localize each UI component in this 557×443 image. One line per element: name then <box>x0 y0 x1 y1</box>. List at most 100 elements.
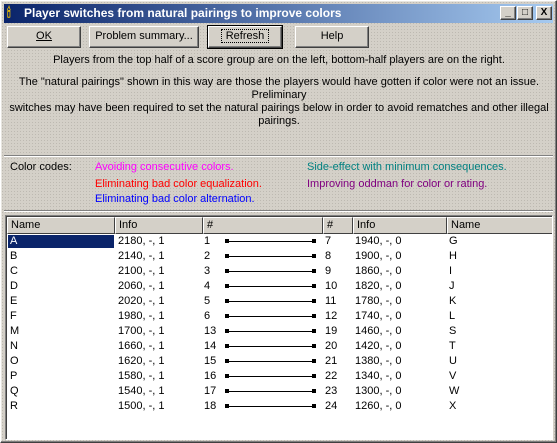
right-player-number: 24 <box>325 400 338 412</box>
pairing-connector-line <box>226 406 314 407</box>
left-player-name: N <box>10 340 18 352</box>
left-player-number: 5 <box>204 295 211 307</box>
left-player-name: E <box>10 295 18 307</box>
right-player-number: 20 <box>325 340 338 352</box>
right-player-name: V <box>449 370 457 382</box>
right-player-name: T <box>449 340 456 352</box>
left-player-number: 2 <box>204 250 211 262</box>
right-player-name: J <box>449 280 455 292</box>
left-player-name: O <box>10 355 19 367</box>
right-player-number: 22 <box>325 370 338 382</box>
legend-bad-alternation: Eliminating bad color alternation. <box>95 193 255 205</box>
left-player-number: 17 <box>204 385 217 397</box>
right-player-name: S <box>449 325 457 337</box>
refresh-button[interactable]: Refresh <box>207 25 283 49</box>
right-player-info: 1300, -, 0 <box>355 385 402 397</box>
pairing-connector-line <box>226 301 314 302</box>
header-right-number[interactable]: # <box>323 217 353 234</box>
right-player-info: 1420, -, 0 <box>355 340 402 352</box>
legend-improving-oddman: Improving oddman for color or rating. <box>307 178 488 190</box>
intro-line-1: Players from the top half of a score gro… <box>53 54 505 66</box>
header-left-info[interactable]: Info <box>115 217 203 234</box>
header-left-number[interactable]: # <box>203 217 323 234</box>
table-row[interactable]: E 2020, -, 1 5 11 1780, -, 0 K <box>7 295 552 308</box>
pairing-connector-end <box>312 374 316 378</box>
pairing-connector-end <box>225 344 229 348</box>
pairing-switches-window: 🕯 Player switches from natural pairings … <box>0 0 557 443</box>
table-row[interactable]: N 1660, -, 1 14 20 1420, -, 0 T <box>7 340 552 353</box>
right-player-number: 19 <box>325 325 338 337</box>
close-button[interactable]: X <box>536 6 552 20</box>
intro-line-3: Preliminary <box>251 89 307 101</box>
pairing-connector-line <box>226 241 314 242</box>
pairing-connector-end <box>225 404 229 408</box>
pairing-connector-end <box>225 299 229 303</box>
table-row[interactable]: O 1620, -, 1 15 21 1380, -, 0 U <box>7 355 552 368</box>
table-row[interactable]: C 2100, -, 1 3 9 1860, -, 0 I <box>7 265 552 278</box>
table-row[interactable]: Q 1540, -, 1 17 23 1300, -, 0 W <box>7 385 552 398</box>
pairing-connector-line <box>226 286 314 287</box>
ok-button[interactable]: OK <box>7 26 81 48</box>
left-player-number: 6 <box>204 310 211 322</box>
right-player-info: 1940, -, 0 <box>355 235 402 247</box>
legend-bad-equalization: Eliminating bad color equalization. <box>95 178 262 190</box>
pairing-connector-end <box>225 374 229 378</box>
candle-icon: 🕯 <box>7 5 11 20</box>
ok-button-label: OK <box>36 30 52 42</box>
pairing-connector-end <box>312 239 316 243</box>
pairing-connector-end <box>312 269 316 273</box>
table-row[interactable]: P 1580, -, 1 16 22 1340, -, 0 V <box>7 370 552 383</box>
pairing-connector-line <box>226 331 314 332</box>
table-row[interactable]: M 1700, -, 1 13 19 1460, -, 0 S <box>7 325 552 338</box>
right-player-number: 9 <box>325 265 332 277</box>
pairings-table[interactable]: Name Info # # Info Name A 2180, -, 1 1 7 194… <box>5 215 553 440</box>
right-player-number: 8 <box>325 250 332 262</box>
table-row[interactable]: R 1500, -, 1 18 24 1260, -, 0 X <box>7 400 552 413</box>
minimize-button[interactable]: _ <box>500 6 516 20</box>
left-player-name: P <box>10 370 18 382</box>
left-player-name: F <box>10 310 17 322</box>
pairing-connector-end <box>312 329 316 333</box>
left-player-name: C <box>10 265 18 277</box>
header-left-name[interactable]: Name <box>7 217 115 234</box>
right-player-number: 7 <box>325 235 332 247</box>
right-player-name: L <box>449 310 456 322</box>
header-right-name[interactable]: Name <box>447 217 552 234</box>
left-player-name: B <box>10 250 18 262</box>
right-player-info: 1860, -, 0 <box>355 265 402 277</box>
pairing-connector-line <box>226 346 314 347</box>
title-bar[interactable]: 🕯 Player switches from natural pairings … <box>4 4 553 23</box>
intro-line-4: switches may have been required to set t… <box>9 102 549 114</box>
table-row[interactable]: D 2060, -, 1 4 10 1820, -, 0 J <box>7 280 552 293</box>
pairing-connector-end <box>225 239 229 243</box>
header-right-info[interactable]: Info <box>353 217 447 234</box>
left-player-info: 1500, -, 1 <box>118 400 165 412</box>
right-player-info: 1260, -, 0 <box>355 400 402 412</box>
pairing-connector-line <box>226 271 314 272</box>
window-title: Player switches from natural pairings to… <box>24 6 342 20</box>
right-player-number: 11 <box>325 295 337 307</box>
color-codes-label: Color codes: <box>10 161 72 173</box>
pairing-connector-end <box>312 299 316 303</box>
left-player-info: 1620, -, 1 <box>118 355 165 367</box>
pairing-connector-end <box>225 314 229 318</box>
right-player-number: 10 <box>325 280 338 292</box>
problem-summary-button[interactable]: Problem summary... <box>89 26 199 48</box>
help-button[interactable]: Help <box>295 26 369 48</box>
legend-avoiding-consecutive: Avoiding consecutive colors. <box>95 161 234 173</box>
left-player-info: 2140, -, 1 <box>118 250 165 262</box>
problem-summary-label: Problem summary... <box>95 30 193 42</box>
right-player-name: G <box>449 235 458 247</box>
table-row[interactable]: B 2140, -, 1 2 8 1900, -, 0 H <box>7 250 552 263</box>
right-player-name: H <box>449 250 457 262</box>
table-row[interactable]: A 2180, -, 1 1 7 1940, -, 0 G <box>7 235 552 248</box>
pairing-connector-end <box>312 314 316 318</box>
help-label: Help <box>320 30 344 42</box>
left-player-name: Q <box>10 385 19 397</box>
left-player-number: 16 <box>204 370 217 382</box>
table-row[interactable]: F 1980, -, 1 6 12 1740, -, 0 L <box>7 310 552 323</box>
pairing-connector-end <box>225 389 229 393</box>
maximize-button[interactable]: □ <box>517 6 533 20</box>
left-player-number: 13 <box>204 325 217 337</box>
pairing-connector-end <box>225 359 229 363</box>
